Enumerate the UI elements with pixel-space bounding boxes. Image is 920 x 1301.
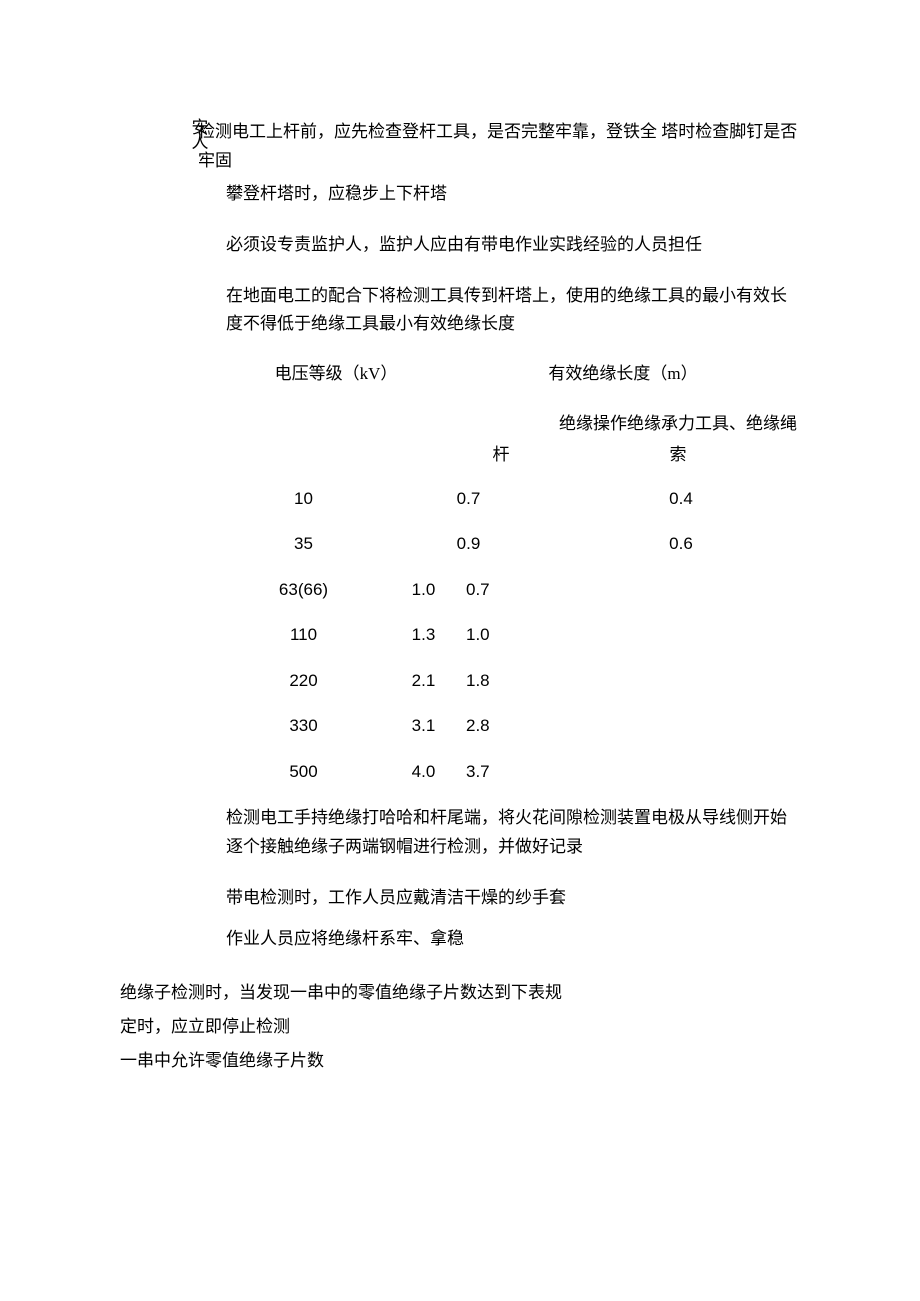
paragraph-6: 带电检测时，工作人员应戴清洁干燥的纱手套 <box>226 884 800 913</box>
cell-kv: 500 <box>226 759 381 785</box>
cell-v1: 3.1 <box>381 713 466 739</box>
paragraph-1: 检测电工上杆前，应先检查登杆工具，是否完整牢靠，登铁全 塔时检查脚钉是否牢固 <box>198 118 800 176</box>
table-row: 35 0.9 0.6 <box>226 531 800 557</box>
cell-kv: 220 <box>226 668 381 694</box>
table1-subheader-2: 杆 索 <box>226 442 800 468</box>
cell-v2: 0.4 <box>556 486 806 512</box>
cell-v2: 1.0 <box>466 622 526 648</box>
paragraph-3: 必须设专责监护人，监护人应由有带电作业实践经验的人员担任 <box>226 231 800 260</box>
table1-header-length: 有效绝缘长度（m） <box>446 361 800 387</box>
cell-kv: 330 <box>226 713 381 739</box>
table-row: 220 2.1 1.8 <box>226 668 800 694</box>
bottom-line-3: 一串中允许零值绝缘子片数 <box>120 1044 800 1078</box>
paragraph-2: 攀登杆塔时，应稳步上下杆塔 <box>226 180 800 209</box>
table-row: 10 0.7 0.4 <box>226 486 800 512</box>
cell-v2: 3.7 <box>466 759 526 785</box>
table1-sub2-b: 杆 <box>446 442 556 468</box>
cell-v1: 0.9 <box>381 531 556 557</box>
table1-sub-b <box>446 411 556 437</box>
margin-label: 安人 <box>185 118 211 148</box>
cell-v2: 0.7 <box>466 577 526 603</box>
table-row: 330 3.1 2.8 <box>226 713 800 739</box>
table1-sub-c: 绝缘操作绝缘承力工具、绝缘绳 <box>556 411 800 437</box>
paragraph-4: 在地面电工的配合下将检测工具传到杆塔上，使用的绝缘工具的最小有效长度不得低于绝缘… <box>226 282 800 340</box>
cell-kv: 63(66) <box>226 577 381 603</box>
table1-header-row: 电压等级（kV） 有效绝缘长度（m） <box>226 361 800 387</box>
cell-kv: 110 <box>226 622 381 648</box>
table1-subheader-1: 绝缘操作绝缘承力工具、绝缘绳 <box>226 411 800 437</box>
table1-sub-empty <box>226 411 446 437</box>
table1-sub2-c: 索 <box>556 442 800 468</box>
cell-v1: 2.1 <box>381 668 466 694</box>
cell-kv: 10 <box>226 486 381 512</box>
bottom-line-2: 定时，应立即停止检测 <box>120 1010 800 1044</box>
table1-sub2-empty <box>226 442 446 468</box>
paragraph-5: 检测电工手持绝缘打哈哈和杆尾端，将火花间隙检测装置电极从导线侧开始逐个接触绝缘子… <box>226 804 800 862</box>
table-row: 63(66) 1.0 0.7 <box>226 577 800 603</box>
cell-v2: 0.6 <box>556 531 806 557</box>
table1-header-voltage: 电压等级（kV） <box>226 361 446 387</box>
table-row: 110 1.3 1.0 <box>226 622 800 648</box>
cell-v2: 2.8 <box>466 713 526 739</box>
cell-kv: 35 <box>226 531 381 557</box>
cell-v1: 4.0 <box>381 759 466 785</box>
paragraph-7: 作业人员应将绝缘杆系牢、拿稳 <box>226 925 800 954</box>
cell-v1: 0.7 <box>381 486 556 512</box>
bottom-line-1: 绝缘子检测时，当发现一串中的零值绝缘子片数达到下表规 <box>120 976 800 1010</box>
cell-v1: 1.3 <box>381 622 466 648</box>
table-row: 500 4.0 3.7 <box>226 759 800 785</box>
bottom-block: 绝缘子检测时，当发现一串中的零值绝缘子片数达到下表规 定时，应立即停止检测 一串… <box>120 976 800 1078</box>
cell-v1: 1.0 <box>381 577 466 603</box>
cell-v2: 1.8 <box>466 668 526 694</box>
